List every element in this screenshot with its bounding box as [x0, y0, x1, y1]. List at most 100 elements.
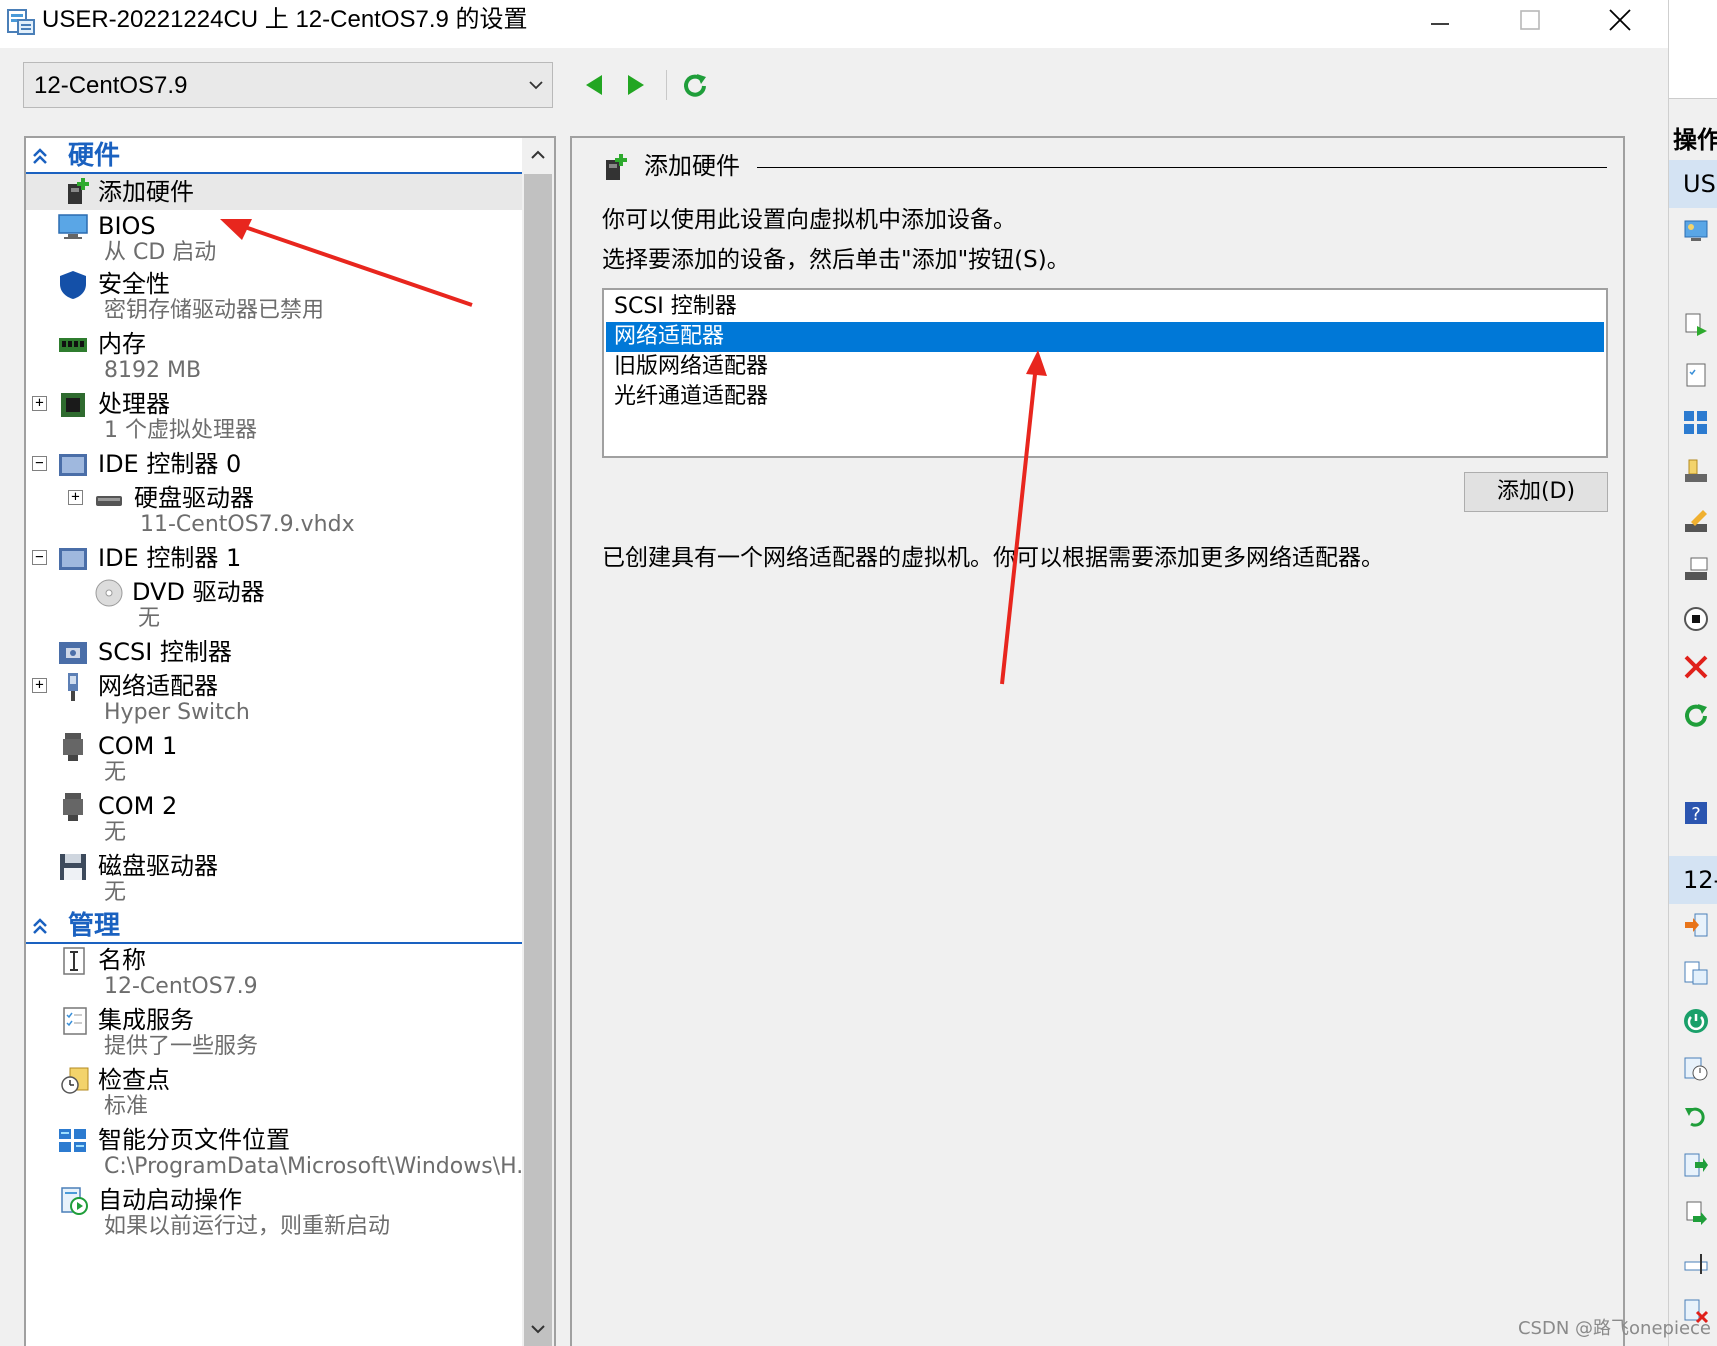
expand-toggle[interactable]: + [68, 490, 83, 505]
tree-item-detail: 从 CD 启动 [104, 240, 217, 265]
tree-item-detail: C:\ProgramData\Microsoft\Windows\H... [104, 1154, 538, 1179]
settings-tree[interactable]: 硬件 添加硬件 BIOS 从 CD 启动 安全性 密钥存储驱动器已禁用 内存 8… [24, 136, 556, 1346]
chevron-down-icon [529, 81, 543, 90]
hardware-header-label: 硬件 [68, 141, 121, 171]
expand-toggle[interactable]: + [32, 678, 47, 693]
add-hardware-icon [68, 178, 89, 204]
next-vm-button[interactable] [620, 68, 654, 102]
add-button[interactable]: 添加(D) [1464, 472, 1608, 512]
maximize-button[interactable] [1485, 0, 1575, 40]
san-manager-icon[interactable] [1683, 458, 1709, 484]
shield-icon [60, 271, 86, 299]
close-button[interactable] [1575, 0, 1665, 40]
inspect-disk-icon[interactable] [1683, 556, 1709, 582]
detail-instruction: 选择要添加的设备，然后单击"添加"按钮(S)。 [602, 247, 1070, 273]
expand-toggle[interactable]: + [32, 396, 47, 411]
device-option[interactable]: 旧版网络适配器 [606, 352, 1604, 382]
integration-services-icon [63, 1007, 87, 1035]
scroll-up-button[interactable] [522, 142, 554, 168]
virtual-switch-icon[interactable] [1683, 410, 1709, 436]
device-option[interactable]: SCSI 控制器 [606, 292, 1604, 322]
start-vm-icon[interactable] [1683, 1008, 1709, 1034]
tree-item-add-hardware[interactable]: 添加硬件 [26, 174, 522, 210]
tree-item-security[interactable]: 安全性 密钥存储驱动器已禁用 [26, 268, 522, 328]
smart-paging-icon [59, 1129, 86, 1152]
tree-item-detail: Hyper Switch [104, 700, 250, 725]
hardware-section-header[interactable]: 硬件 [26, 140, 522, 174]
connect-vm-icon[interactable] [1683, 912, 1709, 938]
tree-item-hard-drive[interactable]: + 硬盘驱动器 11-CentOS7.9.vhdx [26, 482, 522, 542]
detail-title: 添加硬件 [644, 152, 740, 180]
refresh-button[interactable] [678, 68, 712, 102]
remove-server-icon[interactable] [1683, 654, 1709, 680]
checkpoint-icon[interactable] [1683, 1056, 1709, 1082]
tree-item-smart-paging[interactable]: 智能分页文件位置 C:\ProgramData\Microsoft\Window… [26, 1124, 537, 1184]
hard-drive-icon [96, 496, 122, 506]
tree-item-detail: 如果以前运行过，则重新启动 [104, 1214, 391, 1239]
tree-item-network-adapter[interactable]: + 网络适配器 Hyper Switch [26, 670, 522, 730]
collapse-up-icon [33, 918, 47, 934]
management-section-header[interactable]: 管理 [26, 910, 522, 944]
actions-pane-edge: 操作 US ? 12- [1668, 0, 1717, 1346]
new-vm-icon[interactable] [1683, 218, 1709, 244]
scroll-down-button[interactable] [522, 1316, 554, 1342]
tree-item-label: 添加硬件 [98, 178, 194, 206]
tree-item-scsi-controller[interactable]: SCSI 控制器 [26, 636, 522, 670]
tree-item-label: IDE 控制器 1 [98, 544, 242, 572]
import-vm-icon[interactable] [1683, 312, 1709, 338]
tree-item-name[interactable]: 名称 12-CentOS7.9 [26, 944, 522, 1004]
minimize-button[interactable] [1395, 0, 1485, 40]
scrollbar-thumb[interactable] [524, 174, 552, 1346]
refresh-icon[interactable] [1683, 702, 1709, 728]
tree-item-floppy-drive[interactable]: 磁盘驱动器 无 [26, 850, 522, 910]
svg-text:?: ? [1691, 804, 1701, 825]
collapse-toggle[interactable]: − [32, 456, 47, 471]
tree-item-memory[interactable]: 内存 8192 MB [26, 328, 522, 388]
arrow-left-icon [586, 75, 602, 95]
watermark: CSDN @路飞onepiece [1517, 1318, 1711, 1339]
network-adapter-icon [68, 673, 78, 701]
device-listbox[interactable]: SCSI 控制器 网络适配器 旧版网络适配器 光纤通道适配器 [602, 288, 1608, 458]
detail-note: 已创建具有一个网络适配器的虚拟机。你可以根据需要添加更多网络适配器。 [602, 545, 1384, 571]
ide-controller-icon [59, 548, 87, 570]
vm-group-header[interactable]: 12- [1669, 856, 1717, 904]
tree-item-bios[interactable]: BIOS 从 CD 启动 [26, 210, 522, 268]
detail-description: 你可以使用此设置向虚拟机中添加设备。 [602, 207, 1016, 233]
tree-item-detail: 无 [104, 880, 127, 905]
vm-select-dropdown[interactable]: 12-CentOS7.9 [23, 62, 553, 108]
arrow-right-icon [628, 75, 644, 95]
tree-item-auto-start-action[interactable]: 自动启动操作 如果以前运行过，则重新启动 [26, 1184, 522, 1244]
collapse-toggle[interactable]: − [32, 550, 47, 565]
chevron-up-icon [531, 150, 545, 159]
vm-settings-icon[interactable] [1683, 960, 1709, 986]
checkpoint-icon [61, 1067, 89, 1094]
window-title: USER-20221224CU 上 12-CentOS7.9 的设置 [42, 6, 528, 33]
vm-select-value: 12-CentOS7.9 [34, 72, 188, 99]
host-group-header[interactable]: US [1669, 160, 1717, 208]
device-option-selected[interactable]: 网络适配器 [606, 322, 1604, 352]
tree-item-processor[interactable]: + 处理器 1 个虚拟处理器 [26, 388, 522, 448]
revert-icon[interactable] [1683, 1104, 1709, 1130]
tree-item-com2[interactable]: COM 2 无 [26, 790, 522, 850]
tree-scrollbar[interactable] [522, 138, 554, 1346]
tree-item-dvd-drive[interactable]: DVD 驱动器 无 [26, 576, 522, 636]
stop-service-icon[interactable] [1683, 606, 1709, 632]
edit-disk-icon[interactable] [1683, 508, 1709, 534]
rename-vm-icon[interactable] [1683, 1250, 1709, 1276]
tree-item-com1[interactable]: COM 1 无 [26, 730, 522, 790]
help-icon[interactable]: ? [1683, 800, 1709, 826]
tree-item-ide-controller-1[interactable]: − IDE 控制器 1 [26, 542, 522, 576]
export-vm-icon[interactable] [1683, 1200, 1709, 1226]
com-port-icon [63, 793, 83, 821]
add-hardware-icon [606, 154, 627, 180]
previous-vm-button[interactable] [576, 68, 610, 102]
tree-item-ide-controller-0[interactable]: − IDE 控制器 0 [26, 448, 522, 482]
hyperv-settings-icon[interactable] [1683, 362, 1709, 388]
detail-panel: 添加硬件 你可以使用此设置向虚拟机中添加设备。 选择要添加的设备，然后单击"添加… [570, 136, 1625, 1346]
title-divider [757, 167, 1607, 168]
tree-item-integration-services[interactable]: 集成服务 提供了一些服务 [26, 1004, 522, 1064]
move-vm-icon[interactable] [1683, 1152, 1709, 1178]
tree-item-checkpoints[interactable]: 检查点 标准 [26, 1064, 522, 1124]
toolbar-divider [666, 70, 667, 100]
device-option[interactable]: 光纤通道适配器 [606, 382, 1604, 412]
